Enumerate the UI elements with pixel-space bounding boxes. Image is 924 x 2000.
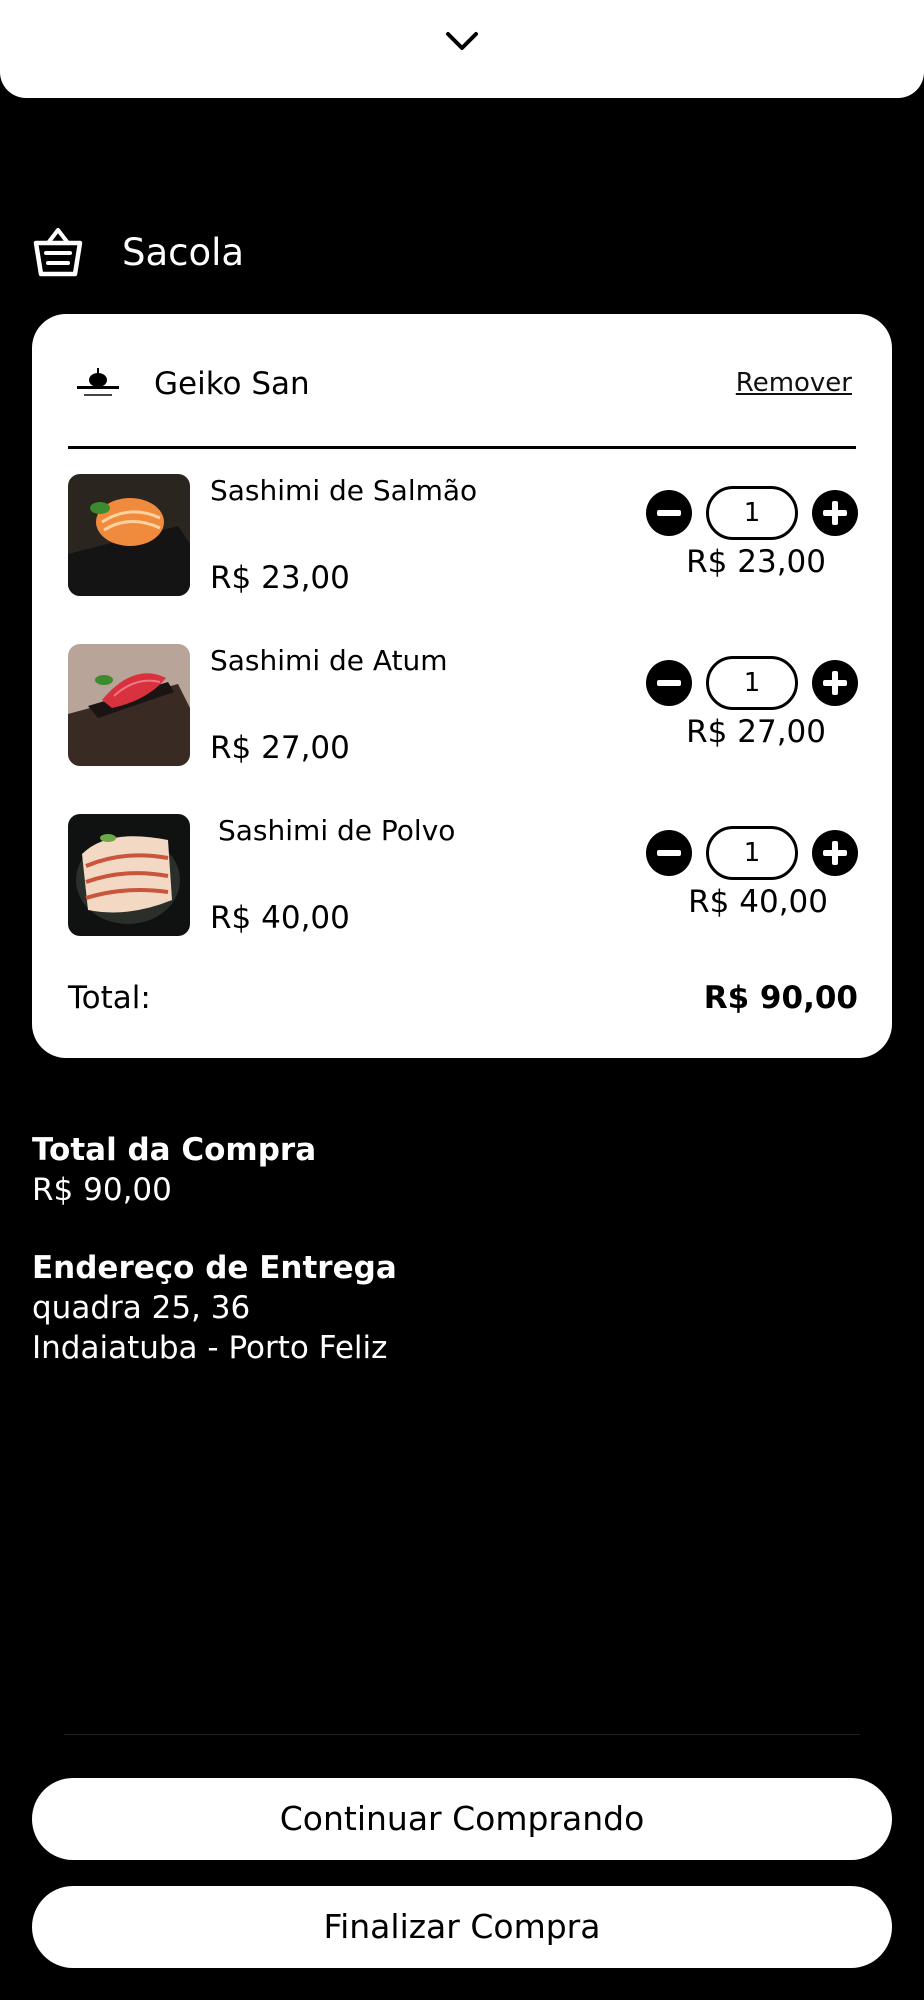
purchase-total-label: Total da Compra bbox=[32, 1132, 317, 1168]
minus-icon[interactable] bbox=[646, 490, 692, 536]
total-value: R$ 90,00 bbox=[703, 980, 858, 1016]
chevron-down-icon[interactable] bbox=[442, 26, 482, 60]
store-logo bbox=[77, 368, 119, 396]
cart-item: Sashimi de Atum R$ 27,00 1 R$ 27,00 bbox=[68, 644, 858, 768]
item-image-octopus bbox=[68, 814, 190, 936]
divider bbox=[68, 446, 856, 449]
item-name: Sashimi de Polvo bbox=[218, 814, 456, 847]
order-summary: Total da Compra R$ 90,00 Endereço de Ent… bbox=[32, 1130, 892, 1368]
quantity-stepper: 1 bbox=[646, 486, 858, 540]
item-image-salmon bbox=[68, 474, 190, 596]
store-name: Geiko San bbox=[154, 366, 310, 402]
item-subtotal: R$ 40,00 bbox=[688, 884, 828, 920]
purchase-total-value: R$ 90,00 bbox=[32, 1172, 172, 1208]
address-line-1: quadra 25, 36 bbox=[32, 1290, 251, 1326]
item-name: Sashimi de Atum bbox=[210, 644, 448, 677]
item-image-tuna bbox=[68, 644, 190, 766]
cart-item: Sashimi de Salmão R$ 23,00 1 R$ 23,00 bbox=[68, 474, 858, 598]
item-price: R$ 23,00 bbox=[210, 560, 350, 596]
continue-shopping-button[interactable]: Continuar Comprando bbox=[32, 1778, 892, 1860]
cart-card: Geiko San Remover Sashimi de Salmão R$ 2… bbox=[32, 314, 892, 1058]
address-label: Endereço de Entrega bbox=[32, 1250, 397, 1286]
cart-total-row: Total: R$ 90,00 bbox=[68, 980, 858, 1016]
minus-icon[interactable] bbox=[646, 660, 692, 706]
finish-purchase-button[interactable]: Finalizar Compra bbox=[32, 1886, 892, 1968]
minus-icon[interactable] bbox=[646, 830, 692, 876]
quantity-field[interactable]: 1 bbox=[706, 486, 798, 540]
quantity-field[interactable]: 1 bbox=[706, 826, 798, 880]
plus-icon[interactable] bbox=[812, 660, 858, 706]
quantity-stepper: 1 bbox=[646, 656, 858, 710]
divider bbox=[64, 1734, 860, 1735]
item-subtotal: R$ 23,00 bbox=[686, 544, 826, 580]
collapse-sheet-handle[interactable] bbox=[0, 0, 924, 98]
address-line-2: Indaiatuba - Porto Feliz bbox=[32, 1330, 388, 1366]
store-row: Geiko San Remover bbox=[72, 358, 852, 410]
quantity-field[interactable]: 1 bbox=[706, 656, 798, 710]
item-name: Sashimi de Salmão bbox=[210, 474, 478, 507]
basket-icon bbox=[33, 228, 83, 277]
remove-link[interactable]: Remover bbox=[736, 368, 852, 398]
plus-icon[interactable] bbox=[812, 490, 858, 536]
total-label: Total: bbox=[68, 980, 151, 1016]
plus-icon[interactable] bbox=[812, 830, 858, 876]
quantity-stepper: 1 bbox=[646, 826, 858, 880]
bag-title: Sacola bbox=[122, 230, 245, 274]
item-price: R$ 40,00 bbox=[210, 900, 350, 936]
item-subtotal: R$ 27,00 bbox=[686, 714, 826, 750]
bag-header: Sacola bbox=[32, 224, 244, 280]
cart-item: Sashimi de Polvo R$ 40,00 1 R$ 40,00 bbox=[68, 814, 858, 938]
item-price: R$ 27,00 bbox=[210, 730, 350, 766]
